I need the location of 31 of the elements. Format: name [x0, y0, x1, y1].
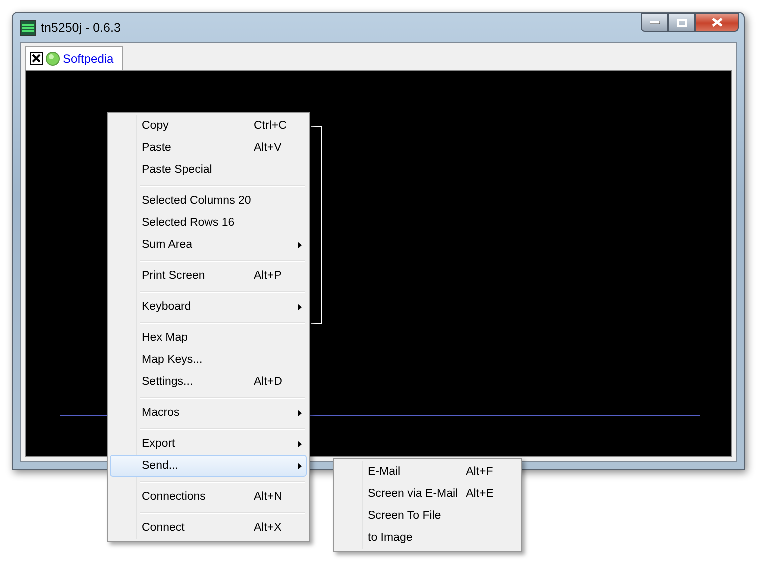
menu-item[interactable]: Sum Area — [110, 234, 307, 256]
window-title: tn5250j - 0.6.3 — [41, 20, 121, 34]
menu-item[interactable]: Print Screen Alt+P — [110, 265, 307, 287]
maximize-button[interactable] — [668, 13, 695, 32]
menu-item[interactable]: Export — [110, 433, 307, 455]
session-tab[interactable]: Softpedia — [25, 46, 123, 70]
menu-item[interactable]: Connect Alt+X — [110, 517, 307, 539]
menu-item[interactable]: E-Mail Alt+F — [336, 461, 520, 483]
menu-item[interactable]: Keyboard — [110, 296, 307, 318]
app-icon — [20, 20, 36, 36]
menu-item[interactable]: Selected Columns 20 — [110, 190, 307, 212]
menu-item[interactable]: Connections Alt+N — [110, 486, 307, 508]
close-button[interactable] — [695, 13, 739, 32]
menu-item[interactable]: Screen via E-Mail Alt+E — [336, 483, 520, 505]
minimize-icon — [650, 21, 660, 24]
menu-item[interactable]: Screen To File — [336, 505, 520, 527]
status-light-icon — [46, 52, 60, 66]
close-tab-icon[interactable] — [30, 52, 43, 65]
menu-item[interactable]: Hex Map — [110, 327, 307, 349]
maximize-icon — [676, 18, 686, 26]
menu-item[interactable]: Selected Rows 16 — [110, 212, 307, 234]
menu-item[interactable]: Macros — [110, 402, 307, 424]
menu-item[interactable]: Paste Special — [110, 159, 307, 181]
menu-item[interactable]: Settings... Alt+D — [110, 371, 307, 393]
menu-item[interactable]: to Image — [336, 527, 520, 549]
close-icon — [712, 18, 722, 27]
menu-item[interactable]: Send... — [110, 455, 307, 477]
minimize-button[interactable] — [641, 13, 668, 32]
menu-item[interactable]: Paste Alt+V — [110, 137, 307, 159]
menu-item[interactable]: Map Keys... — [110, 349, 307, 371]
menu-item[interactable]: Copy Ctrl+C — [110, 115, 307, 137]
